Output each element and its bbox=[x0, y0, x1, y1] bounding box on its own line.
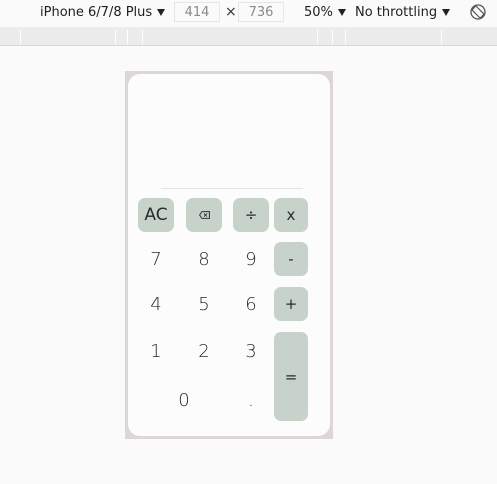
ruler-tick bbox=[441, 30, 442, 44]
chevron-down-icon bbox=[157, 9, 166, 16]
backspace-button[interactable] bbox=[186, 198, 222, 232]
ruler-tick bbox=[332, 30, 333, 44]
backspace-icon bbox=[198, 211, 210, 219]
ruler-tick bbox=[20, 30, 21, 44]
digit-8-button[interactable]: 8 bbox=[186, 242, 222, 276]
display-divider bbox=[161, 188, 303, 189]
digit-6-button[interactable]: 6 bbox=[233, 287, 269, 321]
digit-5-button[interactable]: 5 bbox=[186, 287, 222, 321]
clear-button[interactable]: AC bbox=[138, 198, 174, 232]
viewport-height-input[interactable] bbox=[238, 2, 284, 22]
device-toolbar: iPhone 6/7/8 Plus × 50% No throttling bbox=[0, 0, 497, 27]
calculator-display bbox=[161, 84, 303, 188]
ruler-tick bbox=[115, 30, 116, 44]
divide-button[interactable]: ÷ bbox=[233, 198, 269, 232]
calculator: AC ÷ x 7 8 9 - 4 5 6 + 1 2 3 = 0 . bbox=[128, 74, 330, 436]
digit-1-button[interactable]: 1 bbox=[138, 334, 174, 368]
digit-7-button[interactable]: 7 bbox=[138, 242, 174, 276]
device-viewport: AC ÷ x 7 8 9 - 4 5 6 + 1 2 3 = 0 . bbox=[125, 71, 333, 439]
zoom-select-label: 50% bbox=[304, 5, 333, 20]
dimension-times-sign: × bbox=[225, 4, 237, 20]
multiply-button[interactable]: x bbox=[274, 198, 308, 232]
zoom-select[interactable]: 50% bbox=[304, 5, 346, 20]
device-select[interactable]: iPhone 6/7/8 Plus bbox=[40, 5, 166, 20]
digit-9-button[interactable]: 9 bbox=[233, 242, 269, 276]
digit-2-button[interactable]: 2 bbox=[186, 334, 222, 368]
ruler-tick bbox=[345, 30, 346, 44]
equals-button[interactable]: = bbox=[274, 332, 308, 421]
throttling-select[interactable]: No throttling bbox=[355, 5, 451, 20]
minus-button[interactable]: - bbox=[274, 242, 308, 276]
ruler-tick bbox=[317, 30, 318, 44]
throttling-select-label: No throttling bbox=[355, 5, 438, 20]
device-select-label: iPhone 6/7/8 Plus bbox=[40, 5, 153, 20]
ruler-tick bbox=[127, 30, 128, 44]
digit-3-button[interactable]: 3 bbox=[233, 334, 269, 368]
chevron-down-icon bbox=[337, 9, 346, 16]
rotate-icon[interactable] bbox=[469, 3, 487, 21]
decimal-button[interactable]: . bbox=[233, 383, 269, 417]
ruler-tick bbox=[142, 30, 143, 44]
viewport-width-input[interactable] bbox=[174, 2, 220, 22]
chevron-down-icon bbox=[442, 9, 451, 16]
media-query-ruler[interactable] bbox=[0, 27, 497, 46]
plus-button[interactable]: + bbox=[274, 287, 308, 321]
digit-0-button[interactable]: 0 bbox=[162, 383, 206, 417]
digit-4-button[interactable]: 4 bbox=[138, 287, 174, 321]
